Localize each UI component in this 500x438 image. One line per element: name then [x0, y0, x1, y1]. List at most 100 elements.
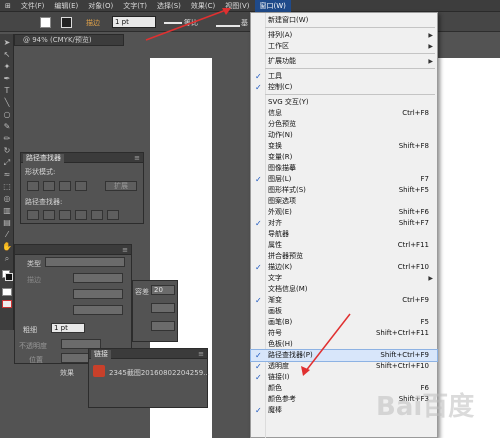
brush-label[interactable]: 基 [241, 18, 248, 28]
line-tool-icon[interactable]: ╲ [2, 98, 12, 108]
window-menu-item[interactable]: 拼合器预览 [251, 251, 437, 262]
document-tab[interactable]: @ 94% (CMYK/预览) [14, 34, 124, 46]
menu-item-label: 拼合器预览 [268, 252, 303, 260]
stroke-field-2[interactable] [73, 289, 123, 299]
window-menu-item[interactable]: 图案选项 [251, 196, 437, 207]
outline-button[interactable] [91, 210, 103, 220]
window-menu-item[interactable]: 扩展功能 ▶ [251, 56, 437, 67]
window-menu-item[interactable]: 分色预览 [251, 119, 437, 130]
menu-file[interactable]: 文件(F) [16, 0, 50, 12]
panel-menu-icon[interactable]: ≡ [122, 246, 128, 254]
ellipse-tool-icon[interactable]: ○ [2, 110, 12, 120]
menu-effect[interactable]: 效果(C) [186, 0, 220, 12]
window-menu-item[interactable]: 动作(N) [251, 130, 437, 141]
window-menu-item[interactable]: 符号 Shift+Ctrl+F11 [251, 328, 437, 339]
window-menu-item[interactable]: ✓ 描边(K) Ctrl+F10 [251, 262, 437, 273]
warp-tool-icon[interactable]: ≈ [2, 170, 12, 180]
graph-tool-icon[interactable]: ▥ [2, 206, 12, 216]
stroke-color-icon[interactable] [5, 273, 13, 281]
minus-back-button[interactable] [107, 210, 119, 220]
field-value-3[interactable] [151, 321, 175, 331]
pathfinder-tab[interactable]: 路径查找器 [23, 154, 64, 163]
stroke-field[interactable] [73, 273, 123, 283]
none-color-icon[interactable] [2, 300, 12, 308]
window-menu-item[interactable]: ✓ 渐变 Ctrl+F9 [251, 295, 437, 306]
menu-item-label: 透明度 [268, 362, 289, 370]
menu-separator [265, 94, 435, 95]
panel-menu-icon[interactable]: ≡ [198, 350, 204, 358]
minus-front-button[interactable] [43, 181, 55, 191]
crop-button[interactable] [75, 210, 87, 220]
intersect-button[interactable] [59, 181, 71, 191]
window-menu-item[interactable]: 文档信息(M) [251, 284, 437, 295]
window-menu-item[interactable]: 工作区 ▶ [251, 41, 437, 52]
window-menu-item[interactable]: 信息 Ctrl+F8 [251, 108, 437, 119]
field-value-2[interactable] [151, 303, 175, 313]
type-tool-icon[interactable]: T [2, 86, 12, 96]
merge-button[interactable] [59, 210, 71, 220]
expand-button[interactable]: 扩展 [105, 181, 137, 191]
shape-modes-label: 形状模式: [25, 168, 56, 176]
zoom-tool-icon[interactable]: ⌕ [2, 254, 12, 264]
window-menu-item[interactable]: ✓ 路径查找器(P) Shift+Ctrl+F9 [250, 349, 438, 362]
eyedropper-icon[interactable]: ⁄ [2, 230, 12, 240]
window-menu-item[interactable]: ✓ 对齐 Shift+F7 [251, 218, 437, 229]
selection-tool-icon[interactable]: ➤ [2, 38, 12, 48]
color-mode-icon[interactable] [2, 288, 12, 296]
window-menu-item[interactable]: 外观(E) Shift+F6 [251, 207, 437, 218]
menu-window[interactable]: 窗口(W) [254, 0, 291, 12]
menu-separator [265, 53, 435, 54]
gradient-tool-icon[interactable]: ▤ [2, 218, 12, 228]
window-menu-item[interactable]: 新建窗口(W) [251, 15, 437, 26]
window-menu-item[interactable]: 画板 [251, 306, 437, 317]
window-menu-item[interactable]: 色板(H) [251, 339, 437, 350]
menu-view[interactable]: 视图(V) [220, 0, 254, 12]
stroke-swatch[interactable] [61, 17, 72, 28]
stroke-width-field[interactable]: 1 pt [112, 16, 156, 28]
window-menu-item[interactable]: ✓ 透明度 Shift+Ctrl+F10 [251, 361, 437, 372]
rotate-tool-icon[interactable]: ↻ [2, 146, 12, 156]
window-menu-item[interactable]: ✓ 图层(L) F7 [251, 174, 437, 185]
window-menu-item[interactable]: 文字 ▶ [251, 273, 437, 284]
divide-button[interactable] [27, 210, 39, 220]
magic-wand-icon[interactable]: ✦ [2, 62, 12, 72]
links-tab[interactable]: 链接 [91, 350, 111, 359]
menu-object[interactable]: 对象(O) [83, 0, 118, 12]
window-menu-item[interactable]: 变换 Shift+F8 [251, 141, 437, 152]
window-menu-item[interactable]: ✓ 工具 [251, 71, 437, 82]
stroke-field-3[interactable] [73, 305, 123, 315]
brush-tool-icon[interactable]: ✎ [2, 122, 12, 132]
weight-field[interactable]: 1 pt [51, 323, 85, 333]
app-icon[interactable]: ⊞ [0, 0, 16, 12]
type-dropdown[interactable] [45, 257, 125, 267]
profile-label[interactable]: 等比 [184, 18, 198, 28]
window-menu-item[interactable]: 图像描摹 [251, 163, 437, 174]
window-menu-item[interactable]: 图形样式(S) Shift+F5 [251, 185, 437, 196]
window-menu-item[interactable]: 排列(A) ▶ [251, 30, 437, 41]
window-menu-item[interactable]: SVG 交互(Y) [251, 97, 437, 108]
direct-selection-icon[interactable]: ↖ [2, 50, 12, 60]
window-menu-item[interactable]: ✓ 控制(C) [251, 82, 437, 93]
field-value[interactable]: 20 [151, 285, 175, 295]
exclude-button[interactable] [75, 181, 87, 191]
menu-edit[interactable]: 编辑(E) [49, 0, 83, 12]
shape-builder-icon[interactable]: ◎ [2, 194, 12, 204]
window-menu-item[interactable]: ✓ 链接(I) [251, 372, 437, 383]
menu-select[interactable]: 选择(S) [152, 0, 186, 12]
panel-menu-icon[interactable]: ≡ [134, 154, 140, 162]
fill-swatch[interactable] [40, 17, 51, 28]
free-transform-icon[interactable]: ⬚ [2, 182, 12, 192]
pen-tool-icon[interactable]: ✒ [2, 74, 12, 84]
scale-tool-icon[interactable]: ⤢ [2, 158, 12, 168]
unite-button[interactable] [27, 181, 39, 191]
window-menu-item[interactable]: 属性 Ctrl+F11 [251, 240, 437, 251]
menu-type[interactable]: 文字(T) [118, 0, 152, 12]
window-menu-item[interactable]: 画笔(B) F5 [251, 317, 437, 328]
window-menu-item[interactable]: 变量(R) [251, 152, 437, 163]
trim-button[interactable] [43, 210, 55, 220]
pencil-tool-icon[interactable]: ✏ [2, 134, 12, 144]
window-menu-item[interactable]: 导航器 [251, 229, 437, 240]
link-file-name[interactable]: 2345截图20160802204259... [109, 368, 210, 378]
stroke-panel-header: ≡ [15, 245, 131, 255]
hand-tool-icon[interactable]: ✋ [2, 242, 12, 252]
